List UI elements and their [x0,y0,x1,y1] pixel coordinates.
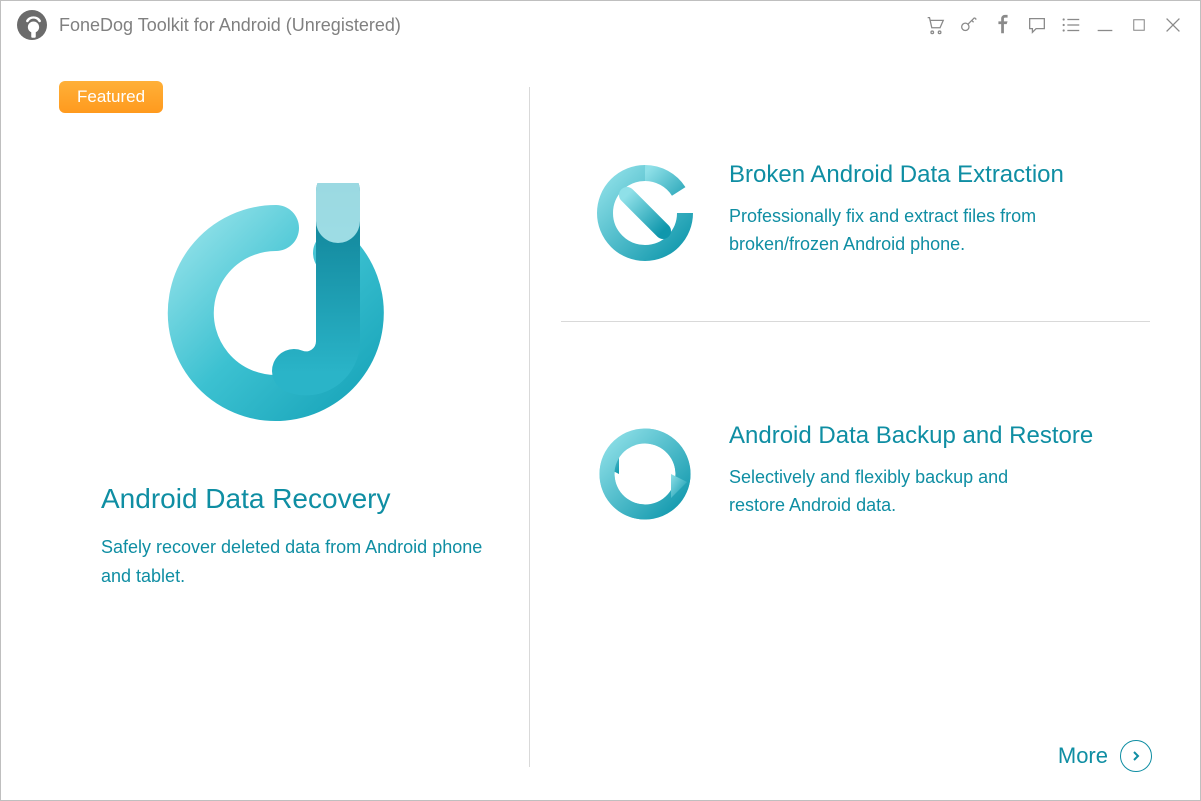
chevron-right-icon [1120,740,1152,772]
broken-extraction-title: Broken Android Data Extraction [729,161,1150,189]
featured-panel[interactable]: Featured [41,81,511,591]
facebook-icon[interactable] [986,8,1020,42]
data-recovery-title: Android Data Recovery [101,483,511,515]
app-window: FoneDog Toolkit for Android (Unregistere… [0,0,1201,801]
backup-restore-icon [597,426,693,522]
more-button[interactable]: More [1058,740,1152,772]
app-title: FoneDog Toolkit for Android (Unregistere… [59,15,401,36]
close-button[interactable] [1156,8,1190,42]
titlebar: FoneDog Toolkit for Android (Unregistere… [1,1,1200,49]
vertical-divider [529,87,530,767]
right-panel: Broken Android Data Extraction Professio… [561,151,1150,552]
maximize-button[interactable] [1122,8,1156,42]
app-logo-icon [17,10,47,40]
broken-extraction-icon [597,165,693,261]
featured-badge: Featured [59,81,163,113]
horizontal-divider [561,321,1150,322]
broken-extraction-item[interactable]: Broken Android Data Extraction Professio… [561,151,1150,291]
backup-restore-title: Android Data Backup and Restore [729,422,1150,450]
data-recovery-desc: Safely recover deleted data from Android… [101,533,491,591]
broken-extraction-desc: Professionally fix and extract files fro… [729,203,1069,259]
minimize-button[interactable] [1088,8,1122,42]
content-area: Featured [1,61,1200,800]
menu-icon[interactable] [1054,8,1088,42]
more-label: More [1058,743,1108,769]
feedback-icon[interactable] [1020,8,1054,42]
backup-restore-desc: Selectively and flexibly backup and rest… [729,464,1069,520]
data-recovery-icon [166,183,386,443]
cart-icon[interactable] [918,8,952,42]
key-icon[interactable] [952,8,986,42]
backup-restore-item[interactable]: Android Data Backup and Restore Selectiv… [561,412,1150,552]
